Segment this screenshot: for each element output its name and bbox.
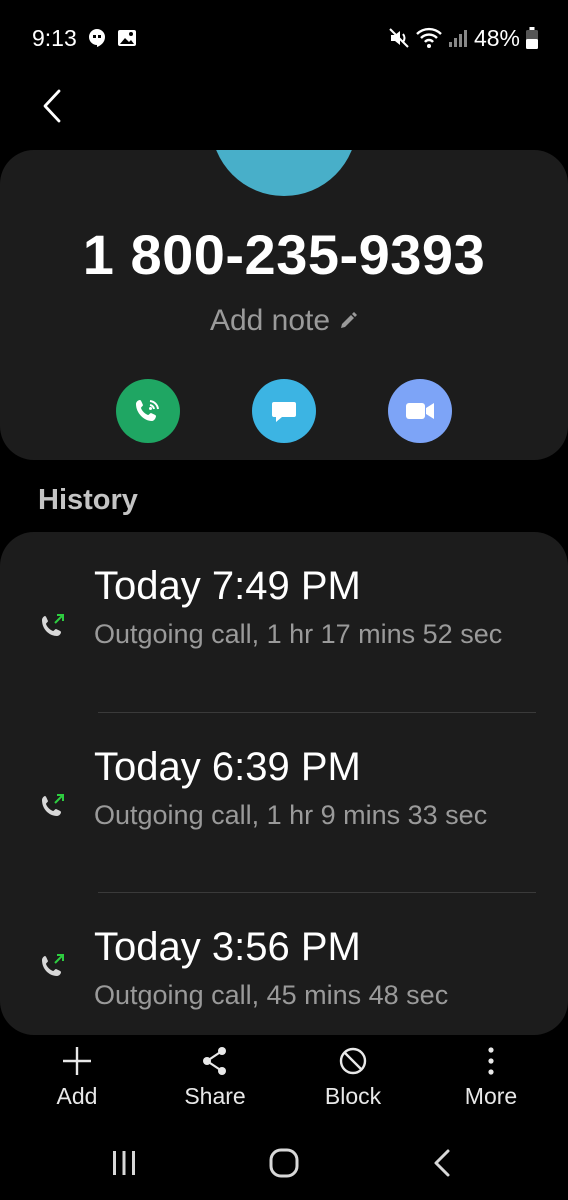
wifi-call-button[interactable]: [116, 379, 180, 443]
add-label: Add: [56, 1083, 98, 1109]
system-nav-bar: [0, 1125, 568, 1200]
nav-back-button[interactable]: [425, 1145, 461, 1181]
contact-avatar: [211, 150, 357, 196]
block-icon: [339, 1047, 367, 1075]
battery-percent: 48%: [473, 24, 520, 51]
contact-card: 1 800-235-9393 Add note: [0, 150, 568, 460]
history-heading: History: [38, 484, 138, 516]
share-label: Share: [184, 1083, 246, 1109]
more-vert-icon: [488, 1047, 494, 1075]
call-time: Today 3:56 PM: [94, 925, 361, 969]
block-label: Block: [324, 1083, 382, 1109]
call-log-item[interactable]: Today 7:49 PM Outgoing call, 1 hr 17 min…: [0, 532, 568, 712]
status-right: 48%: [388, 25, 538, 52]
call-time: Today 7:49 PM: [94, 564, 361, 608]
signal-icon: [448, 28, 468, 48]
call-log-item[interactable]: Today 3:56 PM Outgoing call, 45 mins 48 …: [0, 893, 568, 1035]
call-time: Today 6:39 PM: [94, 745, 361, 789]
home-button[interactable]: [265, 1145, 303, 1181]
battery-icon: [526, 27, 538, 49]
message-button[interactable]: [252, 379, 316, 443]
mute-icon: [388, 27, 410, 49]
image-icon: [117, 28, 137, 48]
outgoing-call-icon: [42, 954, 64, 976]
message-icon: [272, 402, 296, 422]
plus-icon: [63, 1047, 91, 1075]
more-label: More: [464, 1083, 518, 1109]
add-note-button[interactable]: Add note: [0, 304, 568, 338]
hangouts-icon: [87, 28, 107, 48]
add-button[interactable]: Add: [17, 1045, 137, 1110]
bottom-action-bar: Add Share Block More: [0, 1045, 568, 1125]
block-button[interactable]: Block: [293, 1045, 413, 1110]
wifi-icon: [416, 27, 442, 49]
back-button[interactable]: [30, 82, 74, 130]
status-bar: 9:13 48%: [0, 0, 568, 76]
share-icon: [203, 1047, 226, 1075]
add-note-label: Add note: [209, 304, 331, 337]
share-button[interactable]: Share: [155, 1045, 275, 1110]
pencil-icon: [341, 312, 358, 328]
outgoing-call-icon: [42, 794, 64, 816]
back-arrow-icon: [43, 89, 61, 123]
nav-back-icon: [434, 1149, 450, 1177]
call-detail: Outgoing call, 45 mins 48 sec: [94, 980, 449, 1010]
call-detail: Outgoing call, 1 hr 17 mins 52 sec: [94, 619, 503, 649]
status-time: 9:13: [32, 24, 77, 51]
phone-number: 1 800-235-9393: [82, 223, 486, 286]
wifi-call-icon: [136, 400, 159, 421]
video-call-icon: [406, 403, 434, 419]
history-card: Today 7:49 PM Outgoing call, 1 hr 17 min…: [0, 532, 568, 1035]
contact-actions: [0, 379, 568, 443]
recent-apps-icon: [113, 1151, 135, 1175]
status-left: 9:13: [32, 25, 137, 52]
call-detail: Outgoing call, 1 hr 9 mins 33 sec: [94, 800, 488, 830]
more-button[interactable]: More: [431, 1045, 551, 1110]
video-call-button[interactable]: [388, 379, 452, 443]
home-icon: [269, 1148, 299, 1178]
recent-apps-button[interactable]: [106, 1145, 142, 1181]
call-log-item[interactable]: Today 6:39 PM Outgoing call, 1 hr 9 mins…: [0, 713, 568, 893]
outgoing-call-icon: [42, 614, 64, 636]
